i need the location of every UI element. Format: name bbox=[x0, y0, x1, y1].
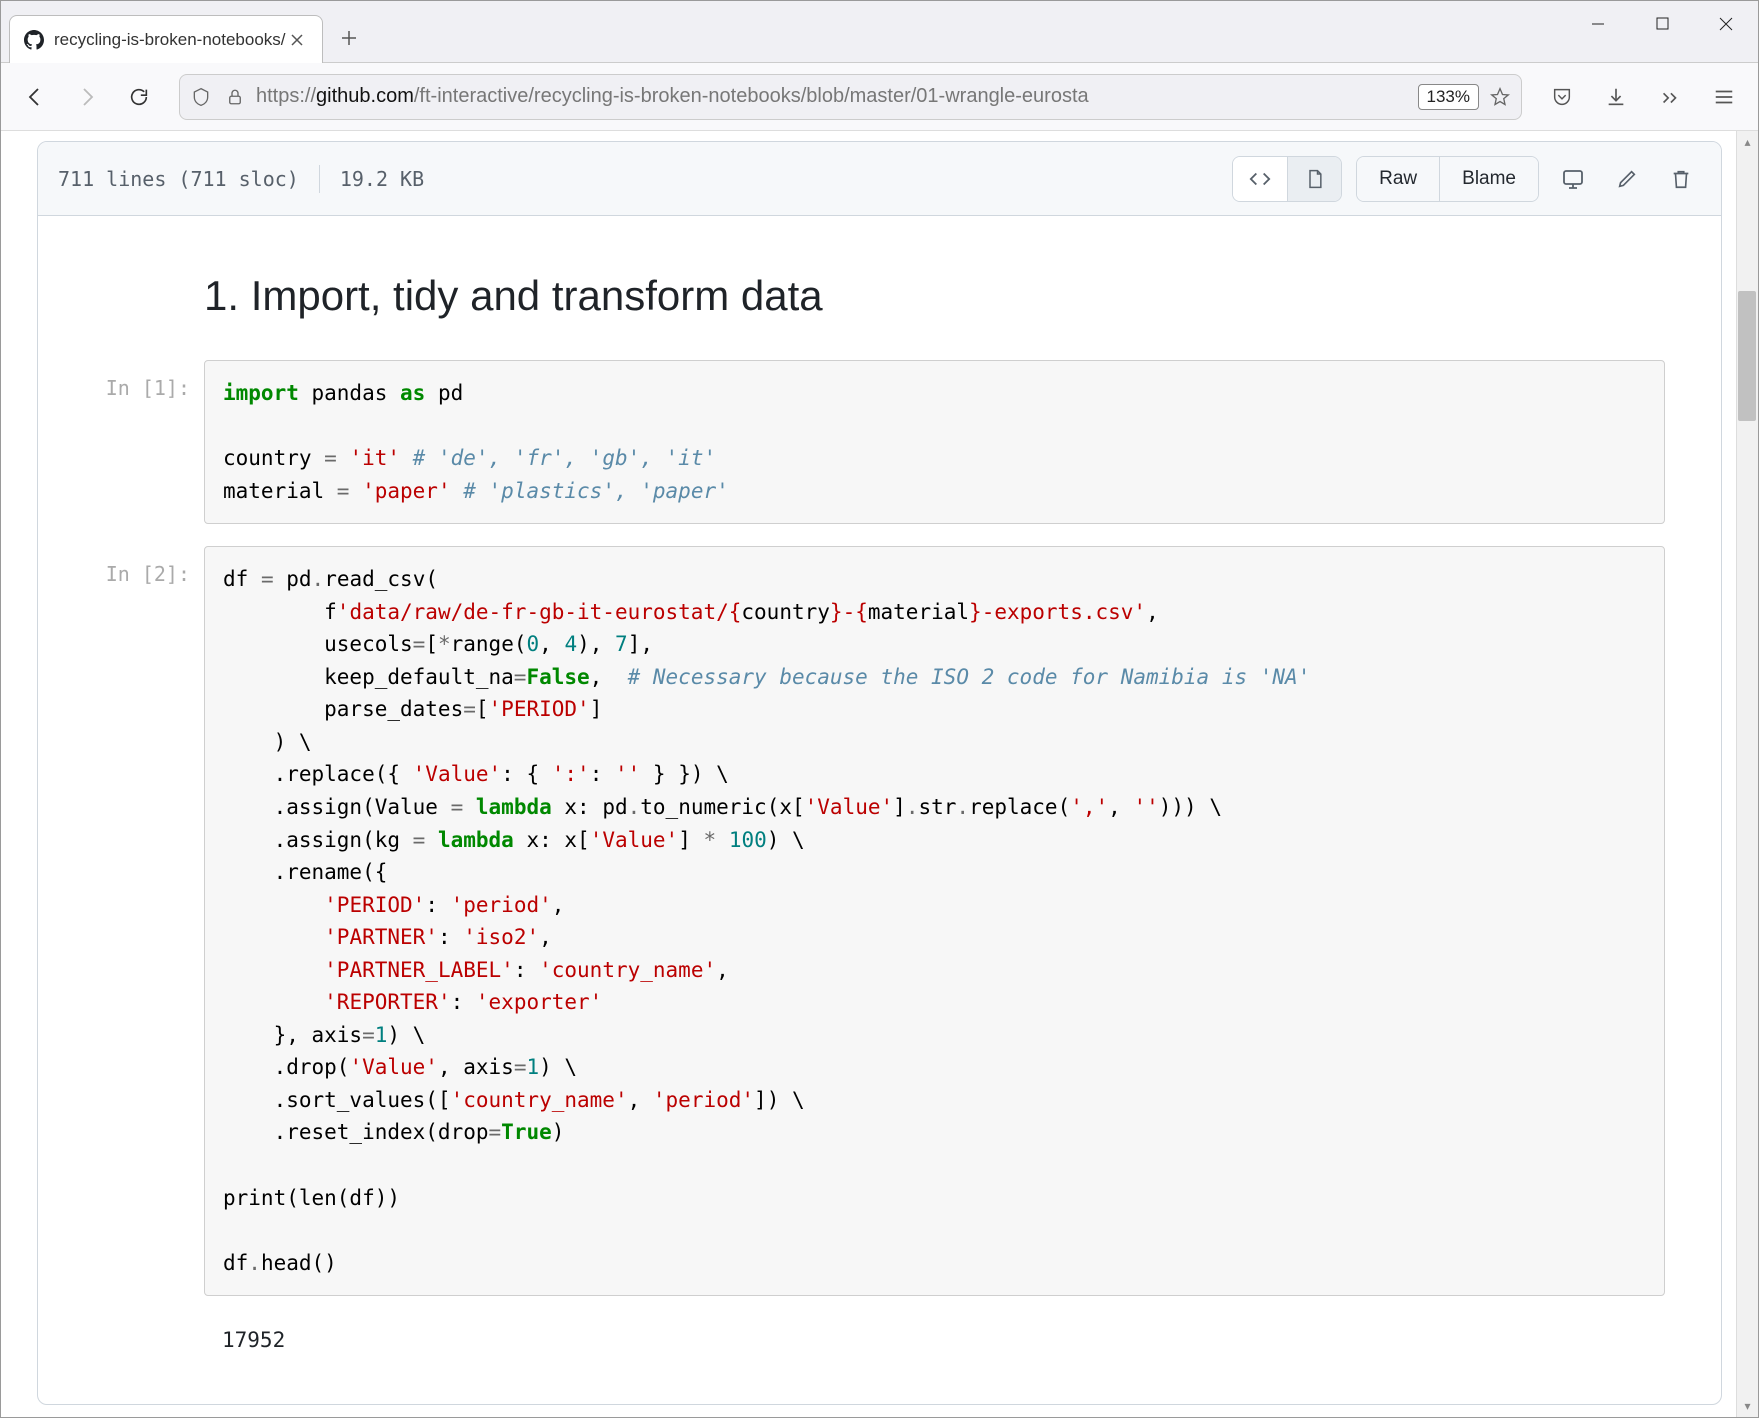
notebook-cell: In [2]: df = pd.read_csv( f'data/raw/de-… bbox=[94, 546, 1665, 1296]
window-controls bbox=[1566, 1, 1758, 46]
menu-icon[interactable] bbox=[1702, 75, 1746, 119]
url-text: https://github.com/ft-interactive/recycl… bbox=[252, 85, 1418, 108]
vertical-scrollbar[interactable]: ▴ ▾ bbox=[1736, 131, 1758, 1417]
notebook-body: 1. Import, tidy and transform data In [1… bbox=[38, 216, 1721, 1404]
desktop-icon[interactable] bbox=[1553, 159, 1593, 199]
file-view-frame: 711 lines (711 sloc) 19.2 KB Raw Blame bbox=[37, 141, 1722, 1405]
cell-prompt: In [1]: bbox=[94, 360, 204, 524]
scroll-up-arrow-icon[interactable]: ▴ bbox=[1737, 131, 1758, 153]
cell-output: 17952 bbox=[204, 1318, 1665, 1362]
forward-button[interactable] bbox=[65, 75, 109, 119]
source-rendered-toggle bbox=[1232, 156, 1342, 202]
github-icon bbox=[24, 30, 44, 50]
window-close-button[interactable] bbox=[1694, 1, 1758, 46]
overflow-chevron-icon[interactable] bbox=[1648, 75, 1692, 119]
divider bbox=[319, 165, 320, 193]
notebook-output-cell: 17952 bbox=[94, 1318, 1665, 1362]
browser-tab[interactable]: recycling-is-broken-notebooks/ bbox=[9, 15, 323, 63]
raw-button[interactable]: Raw bbox=[1357, 157, 1439, 201]
cell-input[interactable]: df = pd.read_csv( f'data/raw/de-fr-gb-it… bbox=[204, 546, 1665, 1296]
rendered-view-button[interactable] bbox=[1287, 157, 1341, 201]
tab-close-icon[interactable] bbox=[286, 29, 308, 51]
reload-button[interactable] bbox=[117, 75, 161, 119]
notebook-cell: In [1]: import pandas as pd country = 'i… bbox=[94, 360, 1665, 524]
tab-title: recycling-is-broken-notebooks/ bbox=[54, 30, 286, 50]
lock-icon[interactable] bbox=[218, 80, 252, 114]
cell-prompt-empty bbox=[94, 1318, 204, 1362]
blame-button[interactable]: Blame bbox=[1439, 157, 1538, 201]
scrollbar-thumb[interactable] bbox=[1738, 291, 1756, 421]
window-maximize-button[interactable] bbox=[1630, 1, 1694, 46]
address-bar[interactable]: https://github.com/ft-interactive/recycl… bbox=[179, 74, 1522, 120]
pocket-icon[interactable] bbox=[1540, 75, 1584, 119]
shield-icon[interactable] bbox=[184, 80, 218, 114]
file-header: 711 lines (711 sloc) 19.2 KB Raw Blame bbox=[38, 142, 1721, 216]
cell-prompt: In [2]: bbox=[94, 546, 204, 1296]
scroll-down-arrow-icon[interactable]: ▾ bbox=[1737, 1395, 1758, 1417]
downloads-icon[interactable] bbox=[1594, 75, 1638, 119]
back-button[interactable] bbox=[13, 75, 57, 119]
browser-titlebar: recycling-is-broken-notebooks/ bbox=[1, 1, 1758, 63]
file-lines: 711 lines (711 sloc) bbox=[58, 167, 299, 191]
edit-pencil-icon[interactable] bbox=[1607, 159, 1647, 199]
bookmark-star-icon[interactable] bbox=[1483, 80, 1517, 114]
page-content: 711 lines (711 sloc) 19.2 KB Raw Blame bbox=[1, 131, 1758, 1417]
browser-toolbar: https://github.com/ft-interactive/recycl… bbox=[1, 63, 1758, 131]
notebook-heading: 1. Import, tidy and transform data bbox=[204, 272, 1665, 320]
raw-blame-group: Raw Blame bbox=[1356, 156, 1539, 202]
new-tab-button[interactable] bbox=[335, 24, 363, 52]
window-minimize-button[interactable] bbox=[1566, 1, 1630, 46]
cell-input[interactable]: import pandas as pd country = 'it' # 'de… bbox=[204, 360, 1665, 524]
delete-trash-icon[interactable] bbox=[1661, 159, 1701, 199]
source-view-button[interactable] bbox=[1233, 157, 1287, 201]
file-size: 19.2 KB bbox=[340, 167, 424, 191]
zoom-badge[interactable]: 133% bbox=[1418, 84, 1479, 110]
